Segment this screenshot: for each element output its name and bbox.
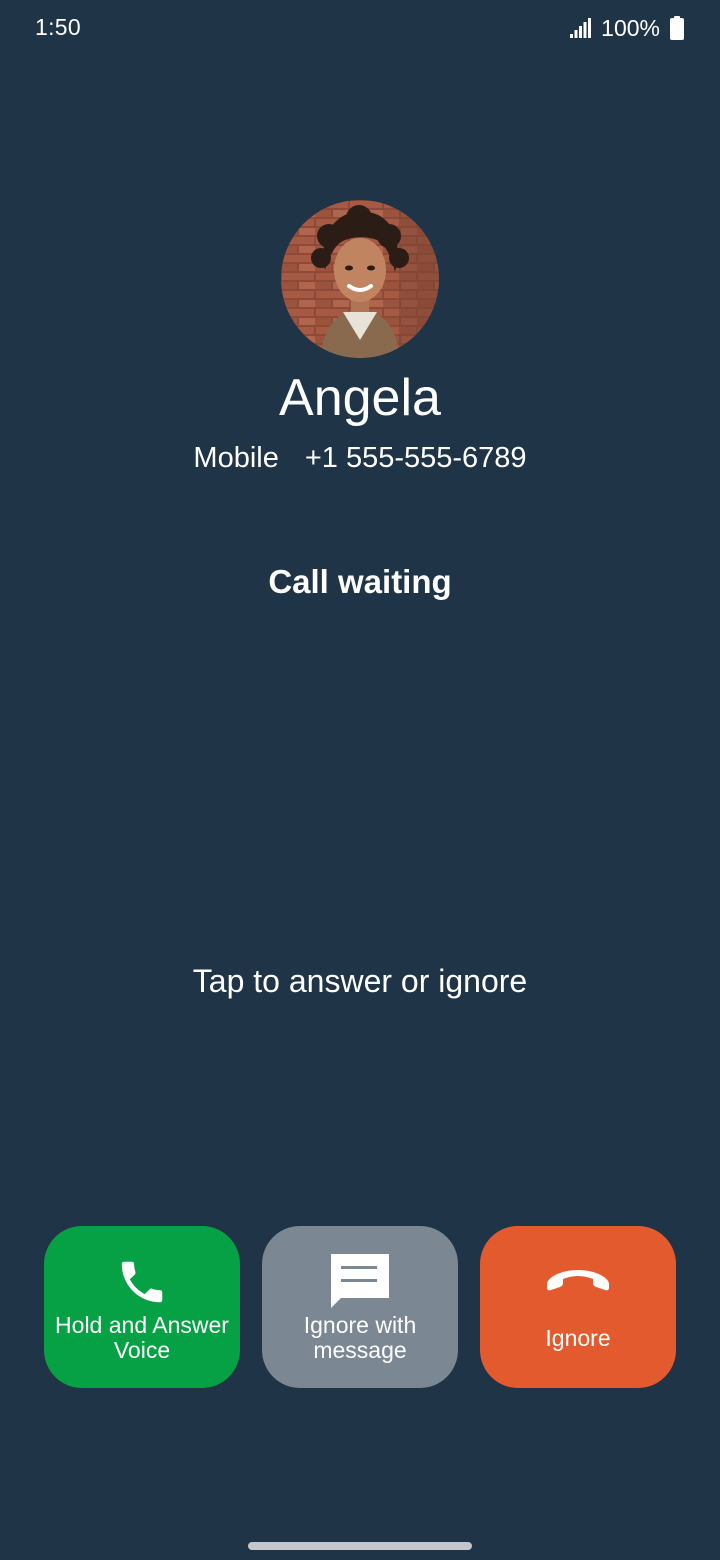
battery-percent: 100% (601, 14, 660, 41)
status-time: 1:50 (35, 14, 81, 40)
hold-and-answer-label: Hold and Answer Voice (55, 1312, 229, 1363)
battery-full-icon (670, 16, 684, 40)
hang-up-icon (480, 1266, 676, 1294)
ignore-label: Ignore (545, 1325, 611, 1351)
ignore-with-message-button[interactable]: Ignore with message (262, 1226, 458, 1388)
caller-number-line: Mobile +1 555-555-6789 (0, 438, 720, 478)
ignore-with-message-label: Ignore with message (303, 1312, 417, 1363)
status-icons: 100% (569, 12, 684, 44)
signal-bars-icon (569, 17, 592, 39)
caller-avatar (281, 200, 439, 358)
home-indicator[interactable] (248, 1542, 472, 1550)
message-icon (262, 1252, 458, 1310)
call-status: Call waiting (268, 563, 452, 600)
hold-and-answer-button[interactable]: Hold and Answer Voice (44, 1226, 240, 1388)
ignore-button[interactable]: Ignore (480, 1226, 676, 1388)
phone-number: +1 555-555-6789 (304, 442, 527, 474)
status-bar: 1:50 100% (0, 0, 720, 56)
caller-name: Angela (279, 369, 441, 427)
phone-icon (44, 1254, 240, 1310)
number-type: Mobile (193, 442, 279, 474)
answer-hint: Tap to answer or ignore (192, 963, 528, 999)
